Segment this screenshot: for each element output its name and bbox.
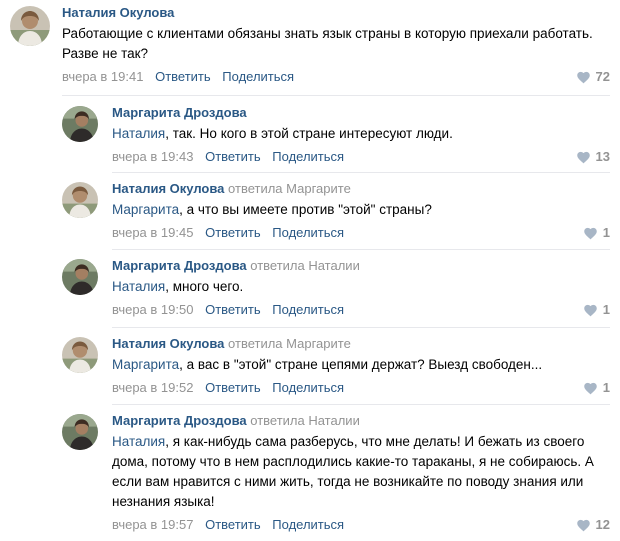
comment-text: Наталия, так. Но кого в этой стране инте… [112, 124, 610, 144]
avatar[interactable] [10, 6, 50, 46]
share-button[interactable]: Поделиться [272, 225, 344, 240]
replied-to[interactable]: ответила Наталии [250, 413, 360, 428]
comment-text-content: , я как-нибудь сама разберусь, что мне д… [112, 434, 594, 509]
comment-date[interactable]: вчера в 19:50 [112, 302, 193, 317]
avatar[interactable] [62, 106, 98, 142]
like-button[interactable]: 12 [576, 516, 610, 534]
mention-link[interactable]: Маргарита [112, 202, 179, 217]
heart-icon [576, 518, 591, 533]
comment-body: Маргарита Дроздова ответила Наталии Ната… [112, 257, 610, 319]
comment-meta: вчера в 19:45 Ответить Поделиться 1 [112, 224, 610, 242]
comment-header: Маргарита Дроздова ответила Наталии [112, 257, 610, 275]
avatar[interactable] [62, 414, 98, 450]
reply-button[interactable]: Ответить [205, 517, 261, 532]
divider [112, 404, 610, 405]
avatar[interactable] [62, 259, 98, 295]
author-name[interactable]: Наталия Окулова [62, 5, 174, 20]
comment-meta: вчера в 19:57 Ответить Поделиться 12 [112, 516, 610, 534]
comment-text-content: , много чего. [165, 279, 244, 294]
comment-text: Работающие с клиентами обязаны знать язы… [62, 26, 593, 61]
replied-to[interactable]: ответила Маргарите [228, 336, 351, 351]
author-name[interactable]: Маргарита Дроздова [112, 105, 247, 120]
comment-header: Маргарита Дроздова [112, 104, 610, 122]
comment-text-content: , так. Но кого в этой стране интересуют … [165, 126, 453, 141]
author-name[interactable]: Наталия Окулова [112, 181, 224, 196]
comment-date[interactable]: вчера в 19:52 [112, 380, 193, 395]
like-button[interactable]: 1 [583, 224, 610, 242]
share-button[interactable]: Поделиться [222, 69, 294, 84]
replied-to[interactable]: ответила Наталии [250, 258, 360, 273]
reply-button[interactable]: Ответить [205, 380, 261, 395]
comment: Маргарита Дроздова ответила Наталии Ната… [62, 257, 610, 319]
comment-text: Наталия, много чего. [112, 277, 610, 297]
heart-icon [583, 226, 598, 241]
comment-header: Наталия Окулова ответила Маргарите [112, 335, 610, 353]
comment: Маргарита Дроздова Наталия, так. Но кого… [62, 104, 610, 166]
share-button[interactable]: Поделиться [272, 302, 344, 317]
comment-date[interactable]: вчера в 19:43 [112, 149, 193, 164]
like-button[interactable]: 1 [583, 301, 610, 319]
comment-date[interactable]: вчера в 19:57 [112, 517, 193, 532]
reply-button[interactable]: Ответить [205, 302, 261, 317]
mention-link[interactable]: Наталия [112, 126, 165, 141]
comment: Наталия Окулова Работающие с клиентами о… [10, 4, 610, 86]
divider [62, 95, 610, 96]
mention-link[interactable]: Маргарита [112, 357, 179, 372]
mention-link[interactable]: Наталия [112, 434, 165, 449]
comment-body: Наталия Окулова ответила Маргарите Марга… [112, 335, 610, 397]
author-name[interactable]: Маргарита Дроздова [112, 413, 247, 428]
replied-to[interactable]: ответила Маргарите [228, 181, 351, 196]
reply-button[interactable]: Ответить [155, 69, 211, 84]
like-button[interactable]: 13 [576, 148, 610, 166]
comment-meta: вчера в 19:43 Ответить Поделиться 13 [112, 148, 610, 166]
comment-header: Наталия Окулова [62, 4, 610, 22]
comment: Маргарита Дроздова ответила Наталии Ната… [62, 412, 610, 534]
author-name[interactable]: Наталия Окулова [112, 336, 224, 351]
reply-button[interactable]: Ответить [205, 149, 261, 164]
like-count: 12 [595, 517, 610, 532]
reply-button[interactable]: Ответить [205, 225, 261, 240]
divider [112, 172, 610, 173]
comment-body: Наталия Окулова ответила Маргарите Марга… [112, 180, 610, 242]
comment-meta: вчера в 19:52 Ответить Поделиться 1 [112, 379, 610, 397]
comment: Наталия Окулова ответила Маргарите Марга… [62, 335, 610, 397]
like-count: 72 [595, 69, 610, 84]
comment-text: Маргарита, а вас в "этой" стране цепями … [112, 355, 610, 375]
like-button[interactable]: 72 [576, 68, 610, 86]
heart-icon [576, 70, 591, 85]
share-button[interactable]: Поделиться [272, 517, 344, 532]
divider [112, 327, 610, 328]
comment: Наталия Окулова ответила Маргарите Марга… [62, 180, 610, 242]
like-count: 1 [602, 302, 610, 317]
author-name[interactable]: Маргарита Дроздова [112, 258, 247, 273]
heart-icon [583, 381, 598, 396]
like-count: 1 [602, 380, 610, 395]
avatar[interactable] [62, 182, 98, 218]
heart-icon [583, 303, 598, 318]
comment-body: Маргарита Дроздова ответила Наталии Ната… [112, 412, 610, 534]
like-button[interactable]: 1 [583, 379, 610, 397]
like-count: 13 [595, 149, 610, 164]
comment-body: Маргарита Дроздова Наталия, так. Но кого… [112, 104, 610, 166]
comment-meta: вчера в 19:50 Ответить Поделиться 1 [112, 301, 610, 319]
heart-icon [576, 150, 591, 165]
comment-text: Наталия, я как-нибудь сама разберусь, чт… [112, 432, 610, 512]
avatar[interactable] [62, 337, 98, 373]
comment-text: Маргарита, а что вы имеете против "этой"… [112, 200, 610, 220]
comment-header: Маргарита Дроздова ответила Наталии [112, 412, 610, 430]
comment-body: Наталия Окулова Работающие с клиентами о… [62, 4, 610, 86]
share-button[interactable]: Поделиться [272, 380, 344, 395]
comment-date[interactable]: вчера в 19:45 [112, 225, 193, 240]
divider [112, 249, 610, 250]
comment-date[interactable]: вчера в 19:41 [62, 69, 143, 84]
share-button[interactable]: Поделиться [272, 149, 344, 164]
comment-header: Наталия Окулова ответила Маргарите [112, 180, 610, 198]
comment-meta: вчера в 19:41 Ответить Поделиться 72 [62, 68, 610, 86]
like-count: 1 [602, 225, 610, 240]
mention-link[interactable]: Наталия [112, 279, 165, 294]
comment-text-content: , а что вы имеете против "этой" страны? [179, 202, 432, 217]
comment-text-content: , а вас в "этой" стране цепями держат? В… [179, 357, 543, 372]
